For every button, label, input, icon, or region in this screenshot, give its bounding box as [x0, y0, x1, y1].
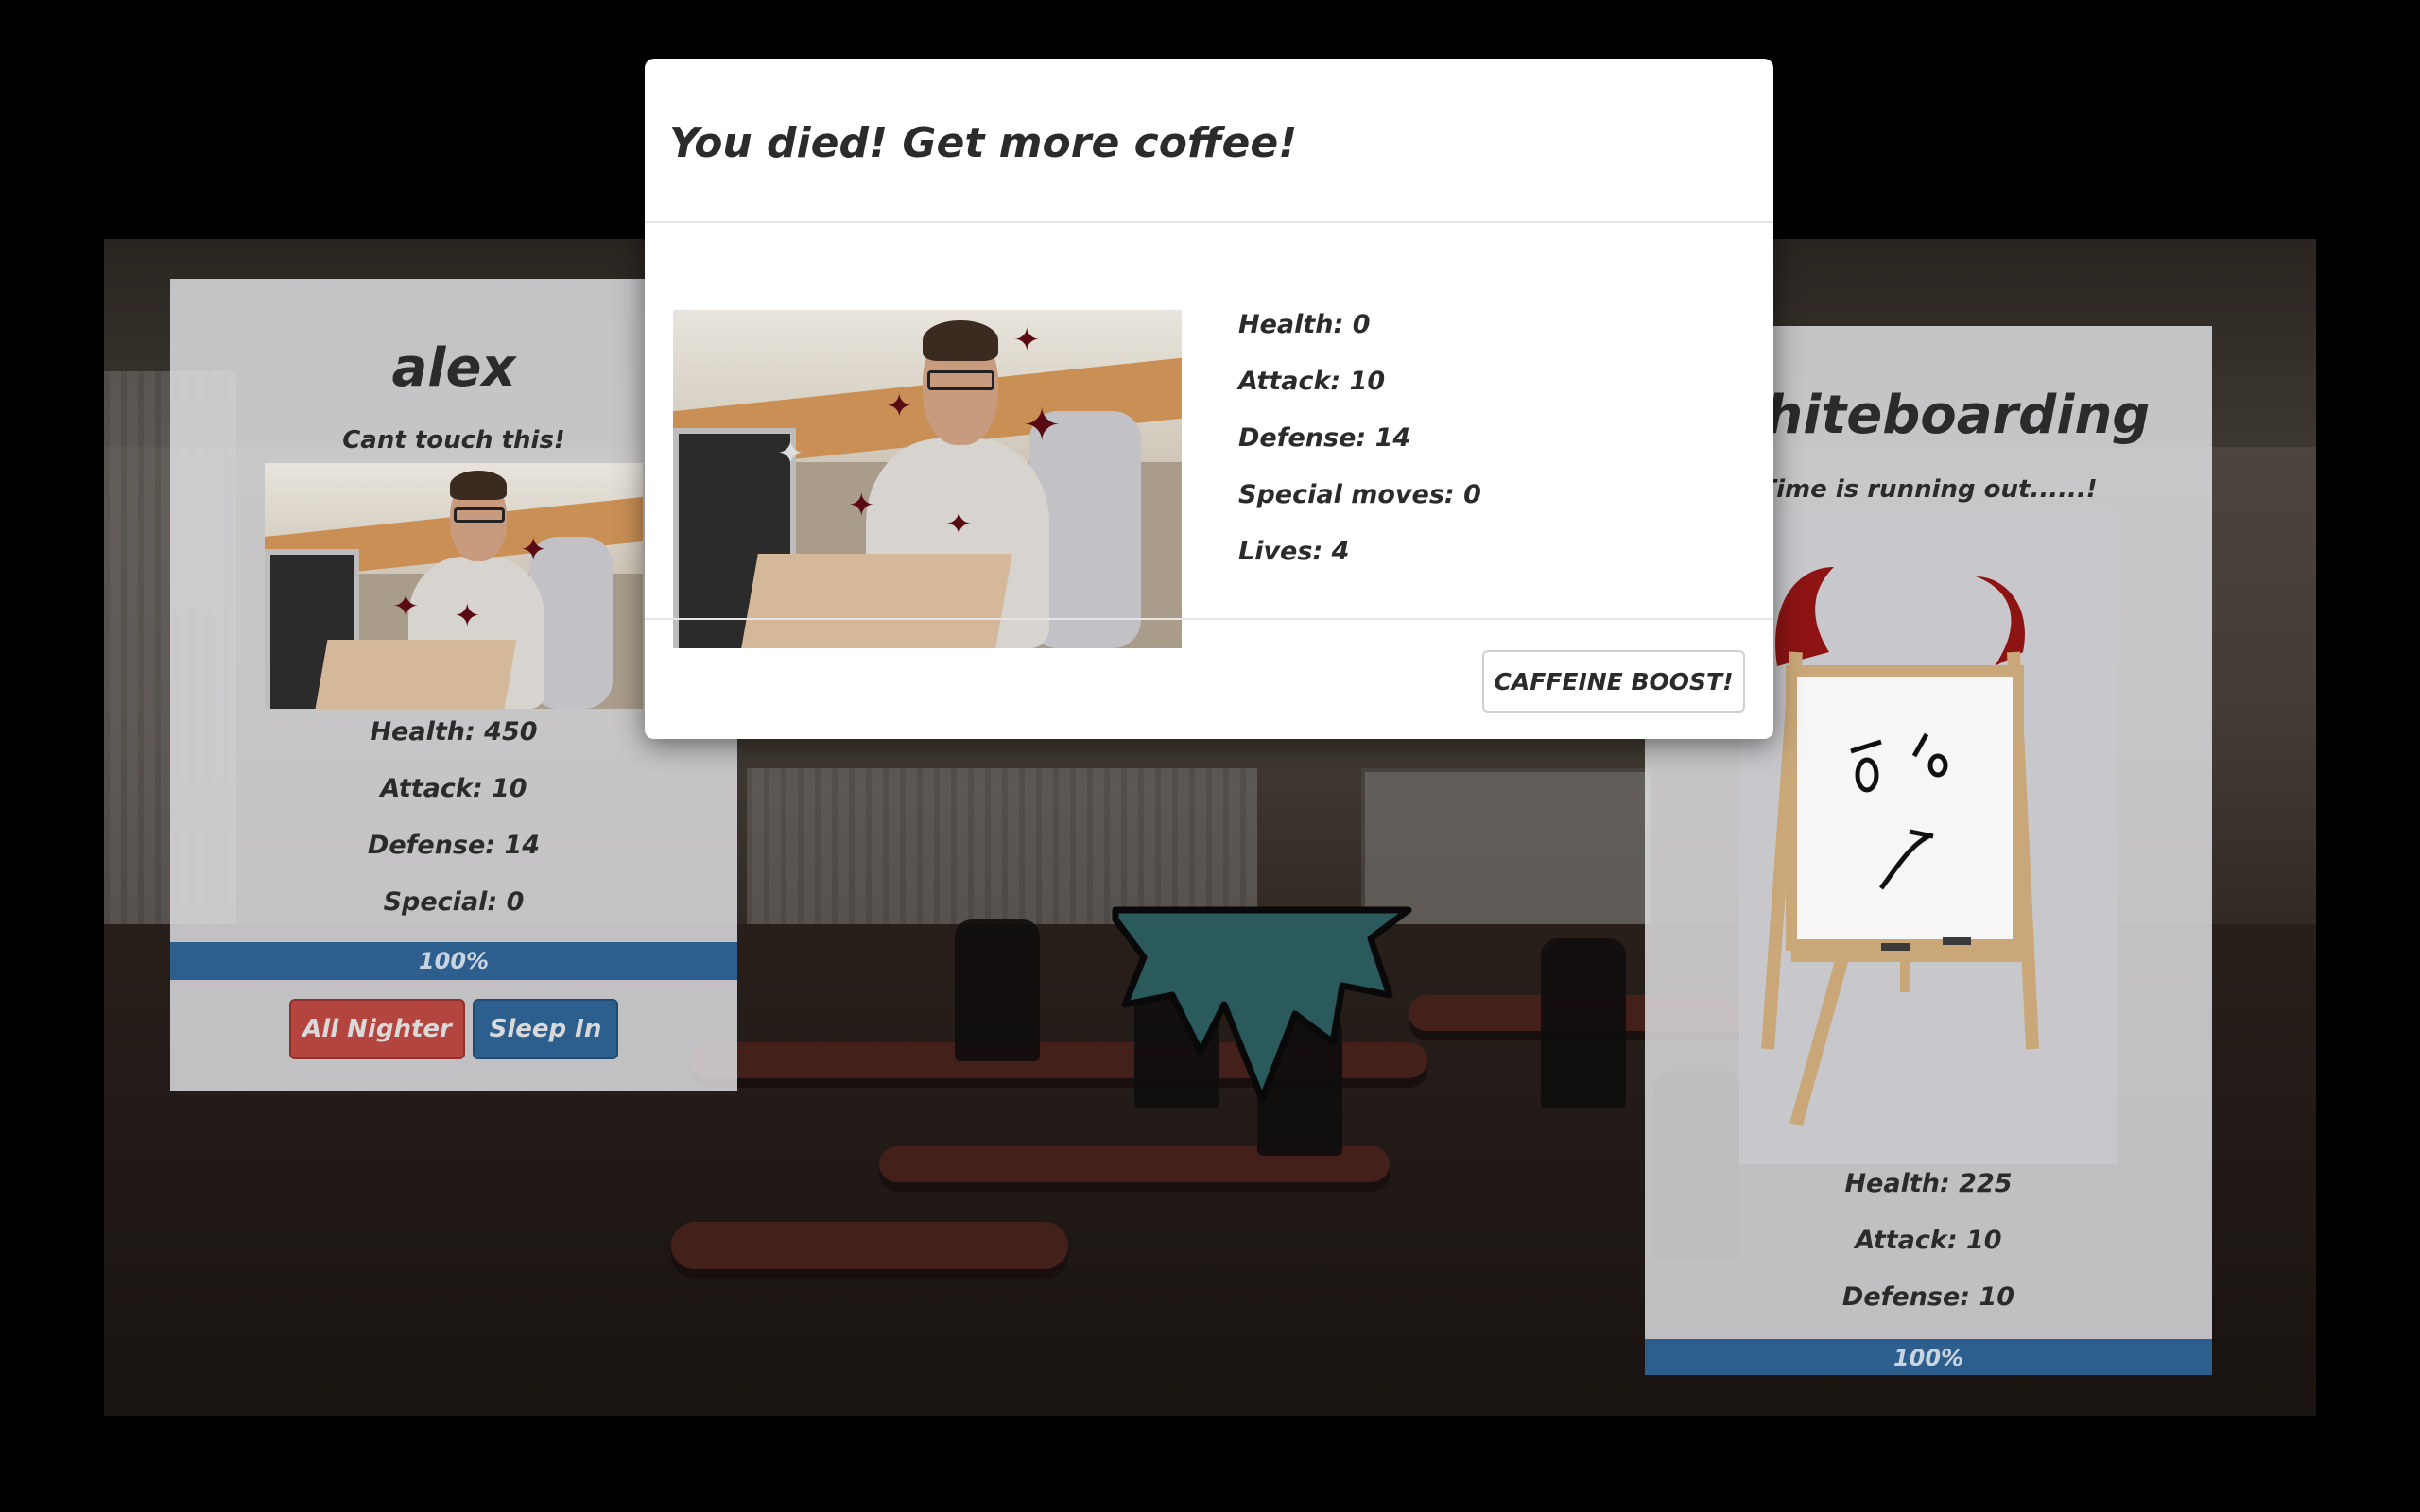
sparkle-icon: ✦ [945, 506, 973, 543]
game-screen: alex Cant touch this! ✦ ✦ ✦ Health: 450 … [0, 0, 2420, 1512]
enemy-health-bar: 100% [1645, 1339, 2212, 1375]
enemy-stat-health: Health: 225 [1844, 1169, 2013, 1198]
sparkle-icon: ✦ [848, 487, 875, 524]
modal-stat-lives: Lives: 4 [1238, 537, 1350, 566]
enemy-stat-attack: Attack: 10 [1855, 1226, 2002, 1255]
player-health-bar: 100% [170, 942, 737, 980]
caffeine-boost-button[interactable]: CAFFEINE BOOST! [1482, 650, 1745, 713]
modal-title: You died! Get more coffee! [669, 119, 1298, 167]
player-avatar-photo: ✦ ✦ ✦ [265, 463, 643, 709]
sparkle-icon: ✦ [1023, 399, 1062, 452]
modal-header: You died! Get more coffee! [645, 59, 1773, 223]
sleep-in-button[interactable]: Sleep In [473, 999, 618, 1059]
sparkle-icon: ✦ [886, 387, 913, 425]
player-stat-special: Special: 0 [383, 887, 525, 917]
player-stat-defense: Defense: 14 [367, 831, 541, 860]
player-death-photo: ✦ ✦ ✦ ✦ ✦ ✦ [673, 310, 1182, 648]
modal-footer: CAFFEINE BOOST! [645, 618, 1773, 741]
modal-stat-attack: Attack: 10 [1238, 367, 1386, 396]
sparkle-icon: ✦ [1013, 321, 1041, 359]
sparkle-icon: ✦ [454, 597, 481, 635]
sparkle-icon: ✦ [392, 588, 420, 626]
sparkle-icon: ✦ [520, 531, 547, 569]
modal-stat-special-moves: Special moves: 0 [1238, 480, 1481, 509]
whiteboard-easel-icon [1761, 567, 2039, 1126]
player-stat-attack: Attack: 10 [380, 774, 527, 803]
player-health-bar-fill: 100% [170, 942, 737, 980]
enemy-health-bar-fill: 100% [1645, 1339, 2212, 1375]
enemy-stat-defense: Defense: 10 [1841, 1282, 2015, 1312]
enemy-whiteboard-art [1739, 510, 2118, 1164]
death-modal: You died! Get more coffee! ✦ ✦ ✦ ✦ ✦ ✦ H… [645, 59, 1773, 739]
sparkle-icon: ✦ [777, 435, 804, 472]
modal-stat-defense: Defense: 14 [1238, 423, 1411, 453]
all-nighter-button[interactable]: All Nighter [289, 999, 465, 1059]
modal-stat-health: Health: 0 [1238, 310, 1371, 339]
modal-body: ✦ ✦ ✦ ✦ ✦ ✦ Health: 0 Attack: 10 Defense… [645, 223, 1773, 677]
